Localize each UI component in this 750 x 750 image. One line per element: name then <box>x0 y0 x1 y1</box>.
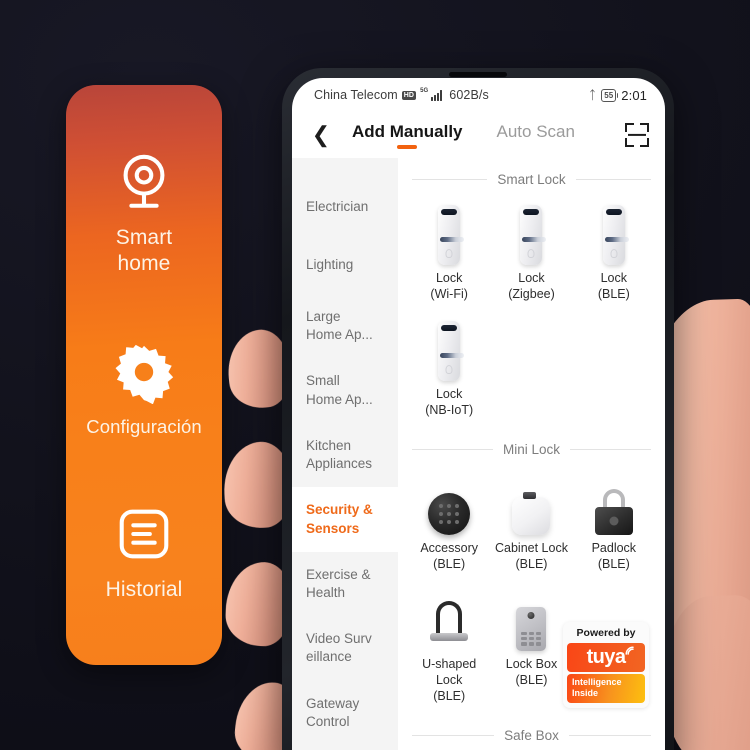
hd-badge: HD <box>401 90 417 100</box>
phone-screen: China Telecom HD 5G 602B/s ᛏ 55 2:01 ❮ A… <box>292 78 665 750</box>
grid-smart-lock: Lock (Wi-Fi) Lock (Zigbee) Lock (BLE) Lo… <box>408 197 655 428</box>
padlock-icon <box>594 473 633 535</box>
network-speed: 602B/s <box>449 88 489 102</box>
product-label: Padlock (BLE) <box>591 541 637 572</box>
section-title-mini-lock: Mini Lock <box>502 442 561 457</box>
product-lock-ble[interactable]: Lock (BLE) <box>573 197 655 313</box>
tuya-powered-by-label: Powered by <box>576 626 636 639</box>
nav-bar: ❮ Add Manually Auto Scan <box>292 112 665 158</box>
section-header-mini-lock: Mini Lock <box>408 428 655 467</box>
divider <box>412 735 495 737</box>
product-label: Lock (Zigbee) <box>508 271 555 302</box>
product-u-shaped-lock-ble[interactable]: U-shaped Lock (BLE) <box>408 583 490 715</box>
product-label: Lock (Wi-Fi) <box>430 271 468 302</box>
wifi-signal-icon <box>625 646 634 655</box>
camera-icon <box>123 155 165 209</box>
door-lock-icon <box>438 203 465 265</box>
feature-item-configuracion[interactable]: Configuración <box>72 342 216 439</box>
tuya-tagline: Intelligence Inside <box>567 673 645 703</box>
tuya-wordmark: tuya <box>586 645 626 668</box>
product-cabinet-lock-ble[interactable]: Cabinet Lock (BLE) <box>490 467 572 583</box>
battery-indicator: 55 <box>601 88 619 102</box>
back-button[interactable]: ❮ <box>308 122 334 148</box>
feature-item-historial[interactable]: Historial <box>72 503 216 603</box>
product-label: Cabinet Lock (BLE) <box>495 541 568 572</box>
feature-label-configuracion: Configuración <box>86 415 202 437</box>
sidebar-item-security-sensors[interactable]: Security & Sensors <box>292 487 398 552</box>
tab-add-manually-label: Add Manually <box>352 121 463 141</box>
product-accessory-ble[interactable]: Accessory (BLE) <box>408 467 490 583</box>
divider <box>412 449 493 450</box>
sidebar-item-lighting[interactable]: Lighting <box>292 236 398 294</box>
sidebar-item-large-home-appliances[interactable]: Large Home Ap... <box>292 294 398 358</box>
tab-bar: Add Manually Auto Scan <box>352 122 575 149</box>
product-label: U-shaped Lock (BLE) <box>422 656 477 704</box>
cabinet-lock-icon <box>512 473 551 535</box>
feature-label-historial: Historial <box>105 577 183 601</box>
product-label: Lock (BLE) <box>597 271 630 302</box>
lock-box-icon <box>516 589 547 651</box>
sidebar-item-electrician[interactable]: Electrician <box>292 178 398 236</box>
product-lock-zigbee[interactable]: Lock (Zigbee) <box>490 197 572 313</box>
sidebar-item-electrician-2[interactable]: Electrician <box>292 745 398 750</box>
tuya-logo: tuya <box>567 642 645 672</box>
feature-label-smart-home: Smart home <box>115 226 173 276</box>
phone-device: China Telecom HD 5G 602B/s ᛏ 55 2:01 ❮ A… <box>282 68 674 750</box>
door-lock-icon <box>438 319 465 381</box>
sidebar-item-exercise-health[interactable]: Exercise & Health <box>292 552 398 616</box>
tab-auto-scan-label: Auto Scan <box>496 121 575 141</box>
product-lock-wifi[interactable]: Lock (Wi-Fi) <box>408 197 490 313</box>
tab-add-manually[interactable]: Add Manually <box>352 122 463 149</box>
divider <box>575 179 651 180</box>
section-title-safe-box: Safe Box <box>504 728 559 744</box>
keypad-accessory-icon <box>428 473 471 535</box>
sidebar-item-gateway-control[interactable]: Gateway Control <box>292 681 398 745</box>
section-title-smart-lock: Smart Lock <box>497 172 566 187</box>
door-lock-icon <box>520 203 547 265</box>
signal-bars-icon <box>431 89 443 101</box>
divider <box>570 449 651 450</box>
history-icon <box>119 509 169 559</box>
tab-auto-scan[interactable]: Auto Scan <box>497 122 575 149</box>
carrier-name: China Telecom <box>314 88 398 102</box>
product-lock-nbiot[interactable]: Lock (NB-IoT) <box>408 313 490 429</box>
sidebar-item-kitchen-appliances[interactable]: Kitchen Appliances <box>292 423 398 487</box>
product-lock-box-ble[interactable]: Lock Box (BLE) <box>490 583 572 715</box>
bluetooth-icon: ᛏ <box>588 88 597 102</box>
category-sidebar[interactable]: Electrician Lighting Large Home Ap... Sma… <box>292 158 398 750</box>
qr-scan-icon[interactable] <box>625 123 649 147</box>
feature-item-smart-home[interactable]: Smart home <box>72 151 216 276</box>
product-label: Lock (NB-IoT) <box>425 386 474 417</box>
status-bar: China Telecom HD 5G 602B/s ᛏ 55 2:01 <box>292 78 665 112</box>
gear-icon <box>115 344 174 404</box>
product-label: Accessory (BLE) <box>420 541 478 572</box>
sidebar-item-small-home-appliances[interactable]: Small Home Ap... <box>292 358 398 422</box>
sidebar-item-video-surveillance[interactable]: Video Surv eillance <box>292 616 398 680</box>
network-tag: 5G <box>420 88 429 94</box>
product-padlock-ble[interactable]: Padlock (BLE) <box>573 467 655 583</box>
divider <box>568 735 652 737</box>
product-label: Lock Box (BLE) <box>505 656 558 687</box>
u-shaped-lock-icon <box>430 589 469 651</box>
status-clock: 2:01 <box>621 87 647 103</box>
divider <box>412 179 488 180</box>
door-lock-icon <box>602 203 629 265</box>
section-header-safe-box: Safe Box <box>408 714 655 750</box>
section-header-smart-lock: Smart Lock <box>408 158 655 197</box>
tuya-powered-badge: Powered by tuya Intelligence Inside <box>563 621 649 708</box>
